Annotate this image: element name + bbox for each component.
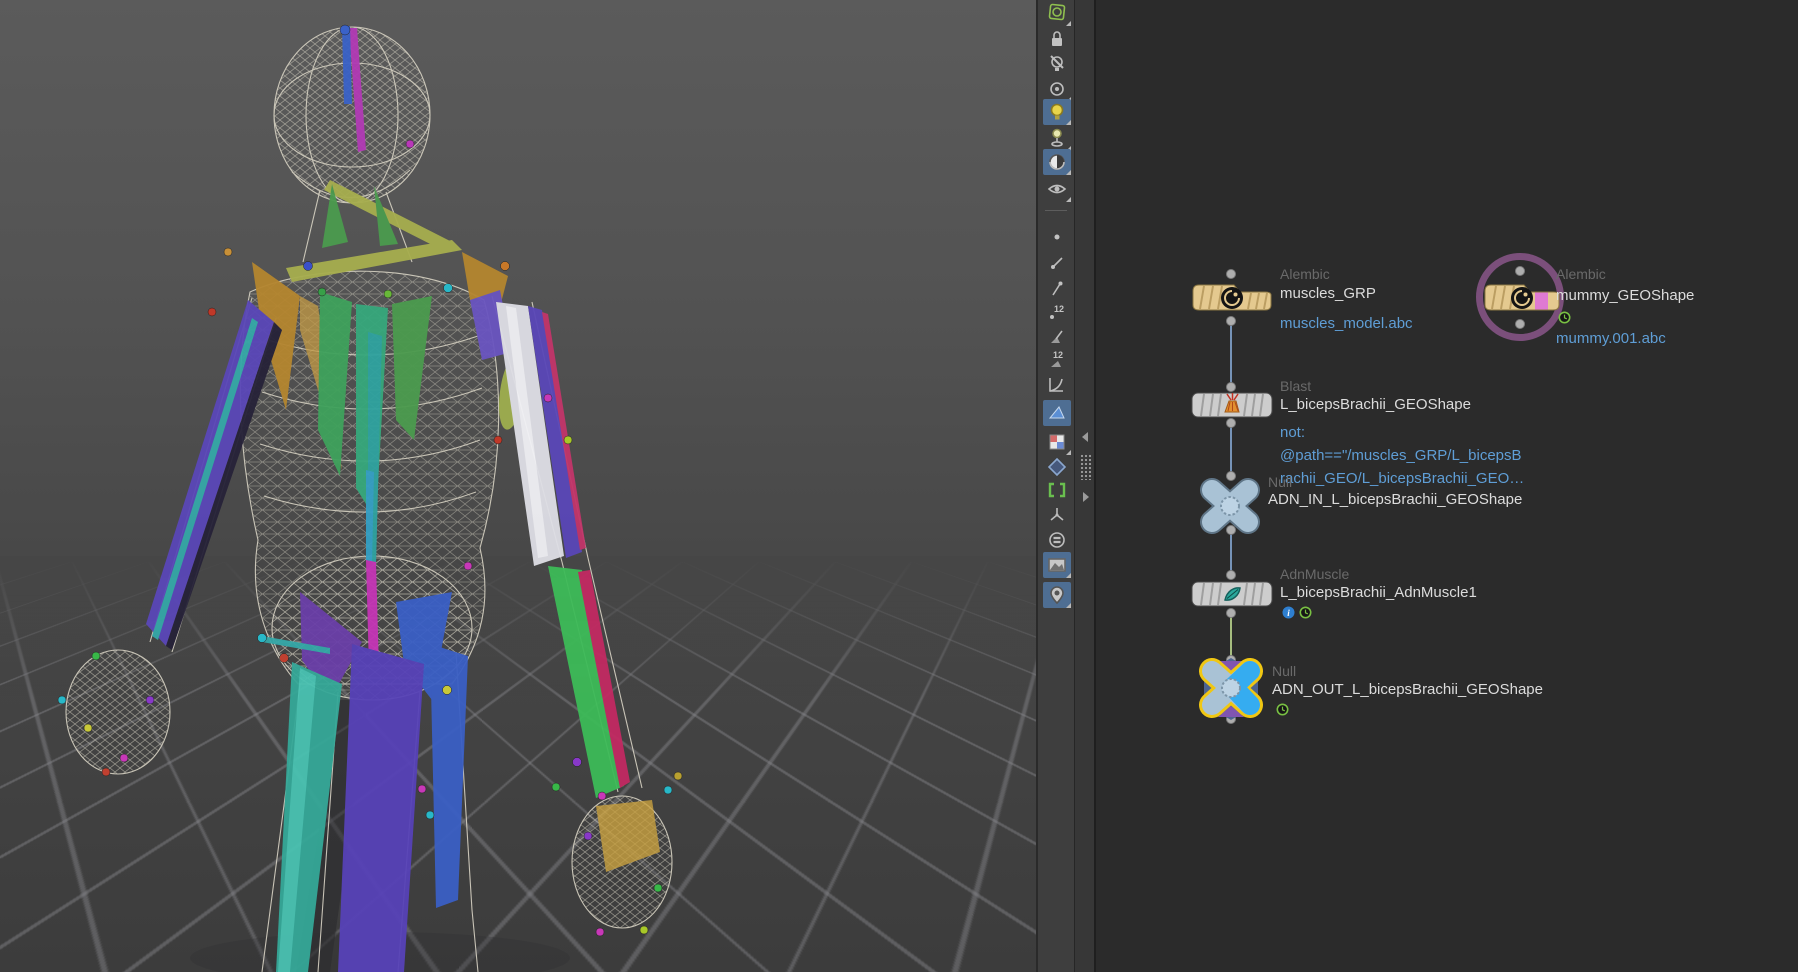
high-quality-lights-button[interactable] bbox=[1043, 125, 1071, 151]
node-name-label: L_bicepsBrachii_GEOShape bbox=[1280, 396, 1471, 413]
node-type-label: Null bbox=[1268, 474, 1292, 490]
node-name-label: ADN_IN_L_bicepsBrachii_GEOShape bbox=[1268, 491, 1522, 508]
node-null-adn-out[interactable] bbox=[1196, 656, 1266, 722]
node-null-adn-in[interactable] bbox=[1198, 477, 1262, 535]
node-alembic-muscles-grp[interactable] bbox=[1190, 279, 1274, 313]
pane-splitter[interactable] bbox=[1074, 0, 1096, 972]
shaded-cone-icon bbox=[1046, 402, 1068, 424]
node-comment: not: @path=="/muscles_GRP/L_bicepsB rach… bbox=[1280, 421, 1524, 490]
ghost-objects-icon bbox=[1046, 2, 1068, 24]
lock-button[interactable] bbox=[1043, 26, 1071, 52]
wire-blast-to-adnin bbox=[1230, 426, 1232, 474]
toolbar-separator bbox=[1045, 210, 1067, 211]
display-materials-button[interactable] bbox=[1043, 149, 1071, 175]
point-normals-button[interactable] bbox=[1043, 251, 1071, 277]
network-editor[interactable]: Alembic muscles_GRP muscles_model.abc Al… bbox=[1096, 0, 1798, 972]
point-numbers-icon: 12 bbox=[1046, 302, 1068, 324]
headlight-icon bbox=[1046, 78, 1068, 100]
normal-lights-icon bbox=[1046, 101, 1068, 123]
houdini-workspace: { "viewport": { "content": "wireframe-ec… bbox=[0, 0, 1798, 972]
primitive-numbers-icon: 12 bbox=[1046, 349, 1068, 371]
lights-off-icon bbox=[1046, 53, 1068, 75]
points-icon bbox=[1046, 226, 1068, 248]
visibility-button[interactable] bbox=[1043, 176, 1071, 202]
point-normals-icon bbox=[1046, 253, 1068, 275]
display-options-toolbar: 12 12 bbox=[1036, 0, 1074, 972]
info-badge-icon[interactable]: i bbox=[1282, 606, 1295, 619]
time-dependent-icon bbox=[1299, 606, 1312, 619]
profile-curves-icon bbox=[1046, 374, 1068, 396]
svg-text:12: 12 bbox=[1053, 350, 1063, 360]
svg-text:12: 12 bbox=[1054, 304, 1064, 314]
point-markers-button[interactable] bbox=[1043, 276, 1071, 302]
fan-icon bbox=[1046, 504, 1068, 526]
visualizers-icon bbox=[1046, 529, 1068, 551]
snapshot-pin-button[interactable] bbox=[1043, 582, 1071, 608]
high-quality-lights-icon bbox=[1046, 127, 1068, 149]
viewport-3d[interactable] bbox=[0, 0, 1036, 972]
time-dependent-icon bbox=[1276, 703, 1289, 716]
wire-muscles-to-blast bbox=[1230, 324, 1232, 384]
splitter-drag-handle[interactable] bbox=[1080, 454, 1091, 480]
node-alembic-mummy[interactable] bbox=[1482, 279, 1562, 313]
collapse-right-arrow[interactable] bbox=[1083, 492, 1089, 502]
point-markers-icon bbox=[1046, 278, 1068, 300]
primitive-numbers-button[interactable]: 12 bbox=[1043, 347, 1071, 373]
node-comment: muscles_model.abc bbox=[1280, 312, 1413, 335]
node-type-label: AdnMuscle bbox=[1280, 566, 1349, 582]
background-image-button[interactable] bbox=[1043, 552, 1071, 578]
comment-line: @path=="/muscles_GRP/L_bicepsB bbox=[1280, 444, 1524, 467]
map-pin-icon bbox=[1046, 584, 1068, 606]
collapse-left-arrow[interactable] bbox=[1082, 432, 1088, 442]
ghost-objects-button[interactable] bbox=[1043, 0, 1071, 26]
xray-icon bbox=[1046, 431, 1068, 453]
normal-lights-button[interactable] bbox=[1043, 99, 1071, 125]
pivot-diamond-icon bbox=[1046, 456, 1068, 478]
comment-line: not: bbox=[1280, 421, 1524, 444]
node-blast[interactable] bbox=[1190, 390, 1274, 420]
group-list-button[interactable] bbox=[1043, 477, 1071, 503]
comment-line: rachii_GEO/L_bicepsBrachii_GEO… bbox=[1280, 467, 1524, 490]
node-name-label: muscles_GRP bbox=[1280, 285, 1376, 302]
node-type-label: Null bbox=[1272, 663, 1296, 679]
input-connector[interactable] bbox=[1226, 269, 1236, 279]
input-connector[interactable] bbox=[1515, 266, 1525, 276]
node-name-label: L_bicepsBrachii_AdnMuscle1 bbox=[1280, 584, 1477, 601]
lights-off-button[interactable] bbox=[1043, 51, 1071, 77]
vector-fan-button[interactable] bbox=[1043, 502, 1071, 528]
output-connector[interactable] bbox=[1226, 316, 1236, 326]
visualizers-button[interactable] bbox=[1043, 527, 1071, 553]
group-brackets-icon bbox=[1046, 479, 1068, 501]
output-connector[interactable] bbox=[1515, 319, 1525, 329]
primitive-normals-icon bbox=[1046, 326, 1068, 348]
time-dependent-icon bbox=[1558, 311, 1571, 324]
lock-icon bbox=[1046, 28, 1068, 50]
background-image-icon bbox=[1046, 554, 1068, 576]
point-numbers-button[interactable]: 12 bbox=[1043, 300, 1071, 326]
wire-adnmuscle-to-adnout bbox=[1230, 616, 1232, 658]
node-adnmuscle[interactable] bbox=[1190, 579, 1274, 609]
material-ball-icon bbox=[1046, 151, 1068, 173]
node-comment: mummy.001.abc bbox=[1556, 327, 1666, 350]
node-name-label: ADN_OUT_L_bicepsBrachii_GEOShape bbox=[1272, 681, 1543, 698]
ecorche-wireframe-character bbox=[0, 0, 1036, 972]
eye-icon bbox=[1046, 178, 1068, 200]
display-points-button[interactable] bbox=[1043, 224, 1071, 250]
node-type-label: Blast bbox=[1280, 378, 1311, 394]
node-type-label: Alembic bbox=[1280, 266, 1330, 282]
node-name-label: mummy_GEOShape bbox=[1556, 287, 1694, 304]
shaded-mode-button[interactable] bbox=[1043, 400, 1071, 426]
xray-button[interactable] bbox=[1043, 429, 1071, 455]
output-connector[interactable] bbox=[1226, 608, 1236, 618]
node-type-label: Alembic bbox=[1556, 266, 1606, 282]
wire-adnin-to-adnmuscle bbox=[1230, 533, 1232, 573]
profile-curves-button[interactable] bbox=[1043, 372, 1071, 398]
